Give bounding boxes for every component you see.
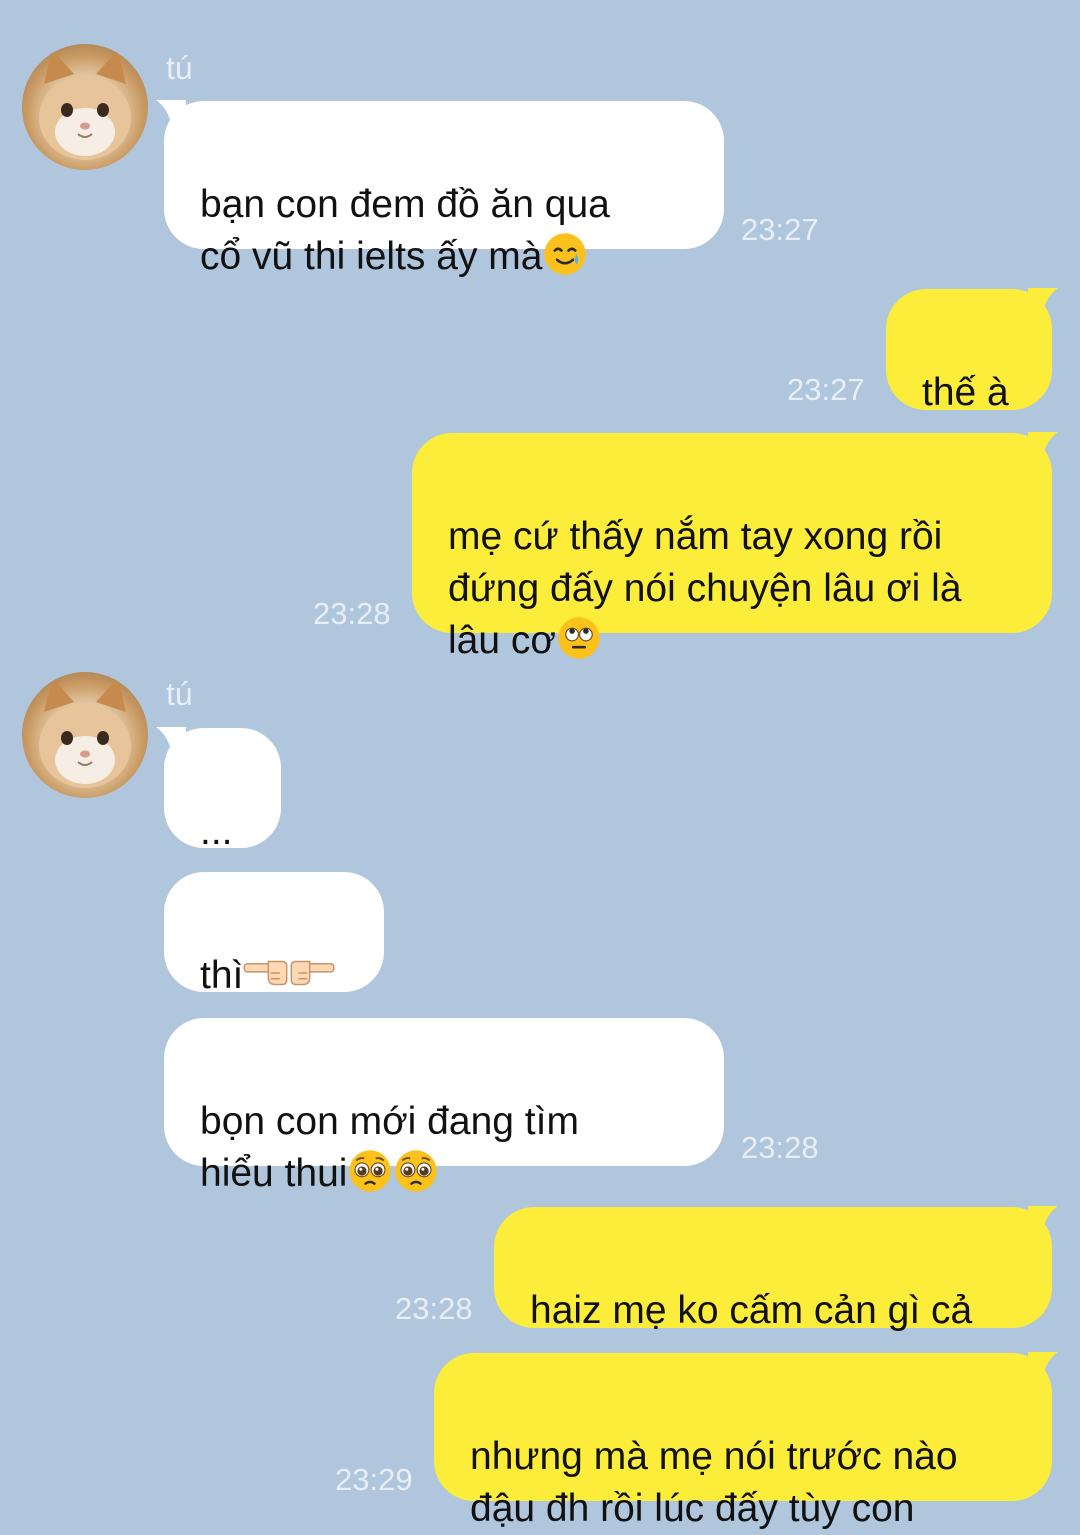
- pleading-face-emoji: [395, 1150, 438, 1192]
- backhand-index-pointing-right-emoji: [290, 960, 335, 986]
- message-bubble-outgoing[interactable]: thế à: [886, 289, 1052, 414]
- message-time: 23:27: [741, 212, 819, 247]
- message-bubble-outgoing[interactable]: haiz mẹ ko cấm cản gì cả: [494, 1207, 1052, 1332]
- message-time: 23:28: [395, 1291, 473, 1326]
- message-bubble-incoming[interactable]: thì: [164, 872, 384, 997]
- cat-face-icon: [39, 50, 131, 160]
- message-text: thế à: [922, 371, 1009, 414]
- message-time: 23:29: [335, 1462, 413, 1497]
- message-bubble-incoming[interactable]: ...: [164, 728, 281, 853]
- message-text: haiz mẹ ko cấm cản gì cả: [530, 1289, 973, 1332]
- message-text: mẹ cứ thấy nắm tay xong rồi đứng đấy nói…: [448, 515, 962, 662]
- face-with-rolling-eyes-emoji: [558, 617, 600, 659]
- message-text: nhưng mà mẹ nói trước nào đậu đh rồi lúc…: [470, 1435, 958, 1530]
- message-time: 23:28: [741, 1130, 819, 1165]
- message-bubble-outgoing[interactable]: nhưng mà mẹ nói trước nào đậu đh rồi lúc…: [434, 1353, 1052, 1530]
- contact-avatar[interactable]: [22, 672, 148, 798]
- message-text: thì: [200, 954, 244, 997]
- message-bubble-outgoing[interactable]: mẹ cứ thấy nắm tay xong rồi đứng đấy nói…: [412, 433, 1052, 662]
- chat-view: tú bạn con đem đồ ăn qua cổ vũ thi ielts…: [0, 0, 1080, 1530]
- sender-name: tú: [166, 676, 193, 712]
- pleading-face-emoji: [349, 1150, 392, 1192]
- message-text: ...: [200, 810, 233, 853]
- cat-face-icon: [39, 678, 131, 788]
- backhand-index-pointing-left-emoji: [243, 960, 288, 986]
- sender-name: tú: [166, 50, 193, 86]
- message-time: 23:27: [787, 372, 865, 407]
- message-bubble-incoming[interactable]: bạn con đem đồ ăn qua cổ vũ thi ielts ấy…: [164, 101, 724, 278]
- message-bubble-incoming[interactable]: bọn con mới đang tìm hiểu thui: [164, 1018, 724, 1195]
- contact-avatar[interactable]: [22, 44, 148, 170]
- smiling-face-with-tear-emoji: [544, 233, 587, 275]
- message-time: 23:28: [313, 596, 391, 631]
